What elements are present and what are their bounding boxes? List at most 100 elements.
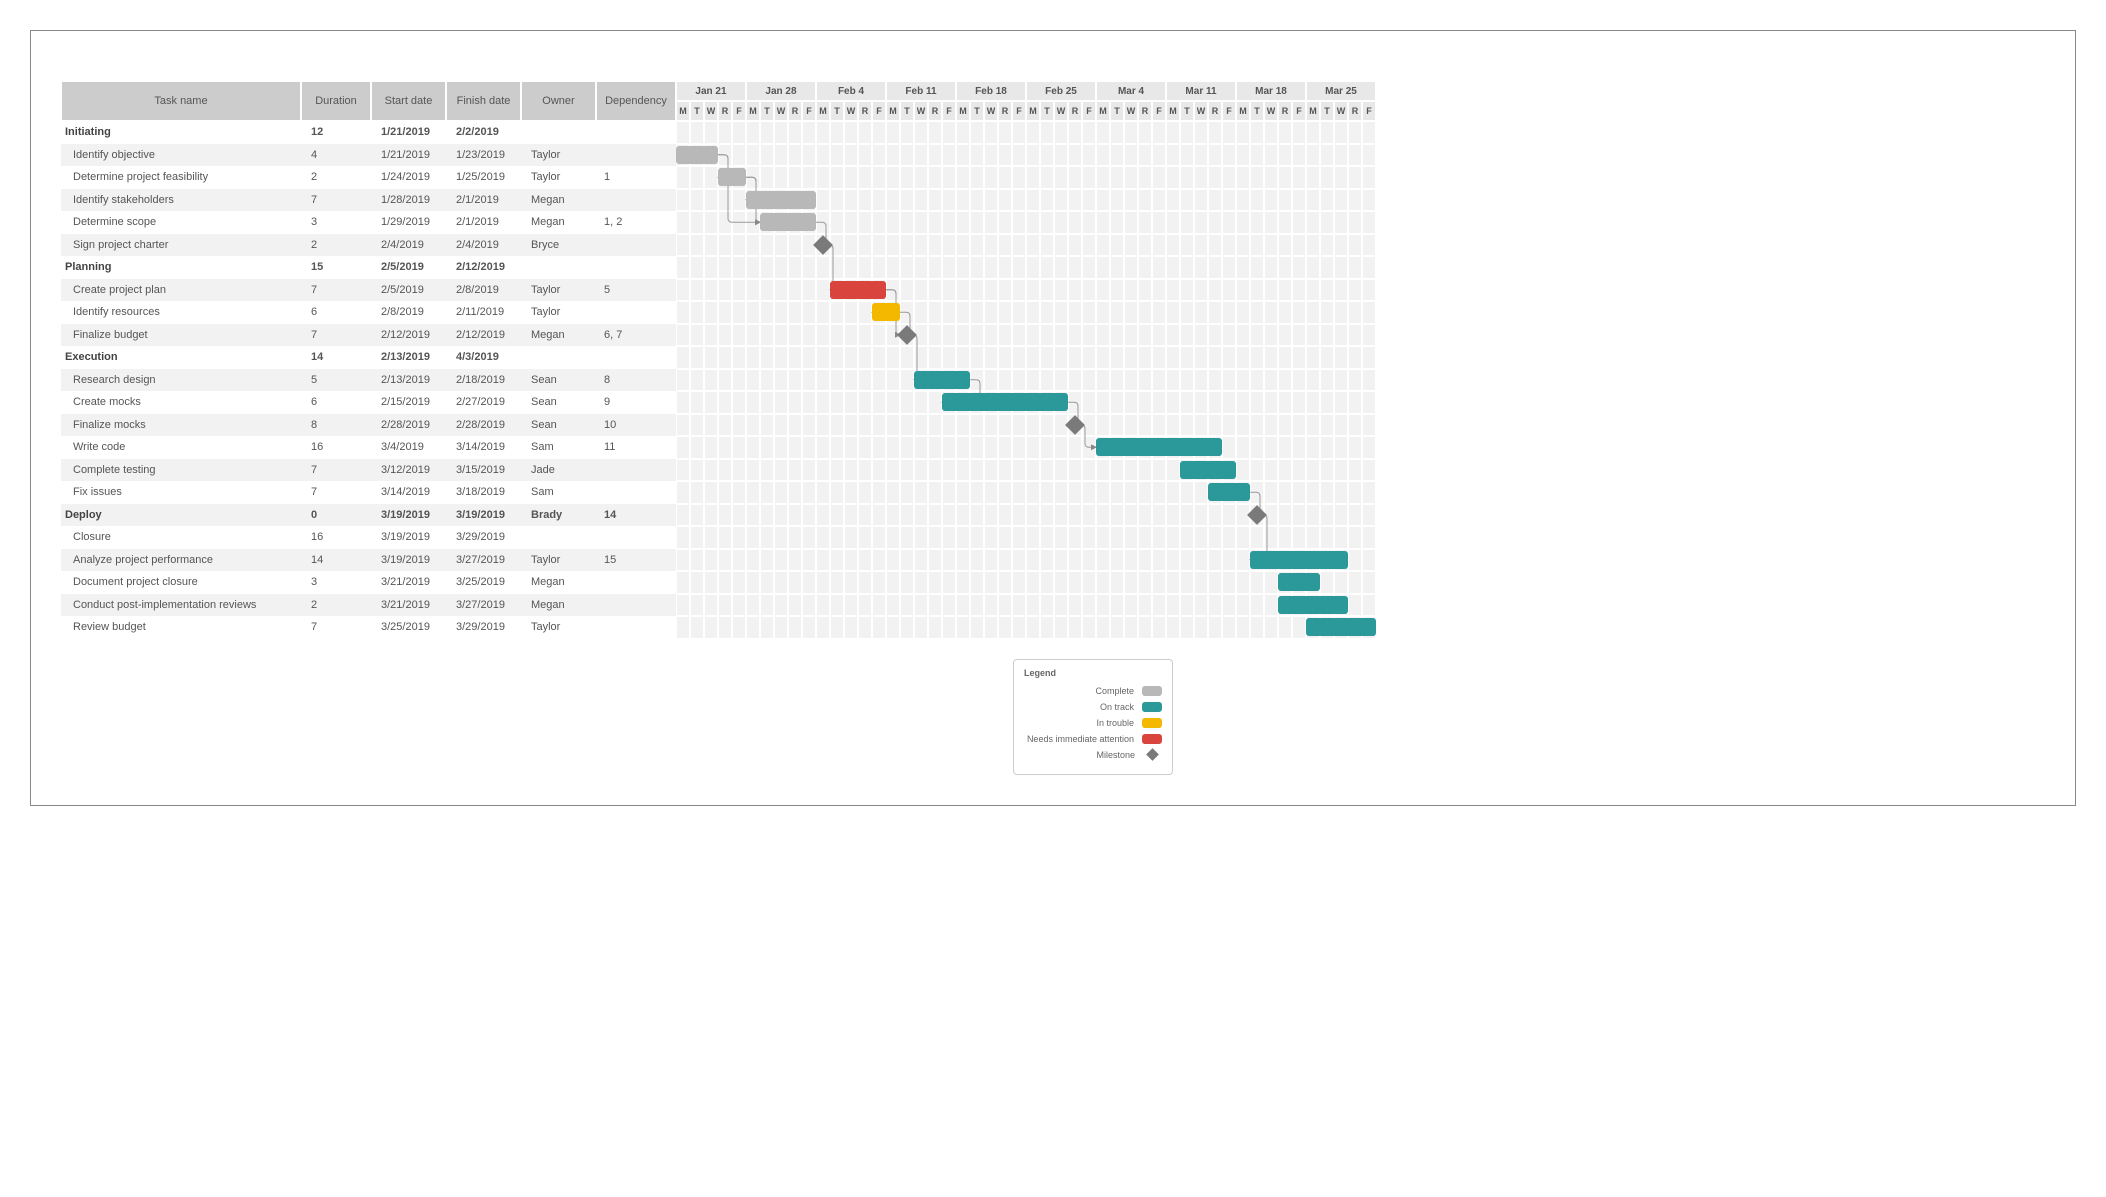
day-cell <box>746 504 760 527</box>
task-row[interactable]: Finalize mocks82/28/20192/28/2019Sean10 <box>61 414 676 437</box>
day-cell <box>1110 301 1124 324</box>
cell-duration: 6 <box>301 391 371 414</box>
day-cell <box>774 121 788 144</box>
gantt-bar[interactable] <box>1180 461 1236 479</box>
task-row[interactable]: Conduct post-implementation reviews23/21… <box>61 594 676 617</box>
task-row[interactable]: Identify resources62/8/20192/11/2019Tayl… <box>61 301 676 324</box>
day-cell <box>886 369 900 392</box>
gantt-bar[interactable] <box>1096 438 1222 456</box>
day-cell <box>914 189 928 212</box>
day-cell <box>1306 189 1320 212</box>
gantt-bar[interactable] <box>1306 618 1376 636</box>
gantt-bar[interactable] <box>1278 573 1320 591</box>
day-cell <box>830 211 844 234</box>
day-cell <box>1054 324 1068 347</box>
group-row[interactable]: Planning152/5/20192/12/2019 <box>61 256 676 279</box>
day-cell <box>1292 526 1306 549</box>
group-row[interactable]: Initiating121/21/20192/2/2019 <box>61 121 676 144</box>
task-row[interactable]: Analyze project performance143/19/20193/… <box>61 549 676 572</box>
day-cell <box>1110 414 1124 437</box>
day-cell <box>1306 526 1320 549</box>
gantt-bar[interactable] <box>1250 551 1348 569</box>
day-cell <box>760 324 774 347</box>
day-cell <box>1054 234 1068 257</box>
gantt-bar[interactable] <box>914 371 970 389</box>
day-cell <box>774 436 788 459</box>
day-cell <box>928 189 942 212</box>
task-row[interactable]: Review budget73/25/20193/29/2019Taylor <box>61 616 676 639</box>
day-cell <box>760 414 774 437</box>
task-row[interactable]: Finalize budget72/12/20192/12/2019Megan6… <box>61 324 676 347</box>
task-row[interactable]: Create project plan72/5/20192/8/2019Tayl… <box>61 279 676 302</box>
task-row[interactable]: Research design52/13/20192/18/2019Sean8 <box>61 369 676 392</box>
day-cell <box>1306 481 1320 504</box>
day-cell <box>774 571 788 594</box>
day-cell <box>1012 504 1026 527</box>
day-cell <box>1292 481 1306 504</box>
day-cell <box>732 459 746 482</box>
day-cell <box>914 414 928 437</box>
gantt-bar[interactable] <box>760 213 816 231</box>
task-row[interactable]: Identify stakeholders71/28/20192/1/2019M… <box>61 189 676 212</box>
day-cell <box>1222 346 1236 369</box>
day-cell <box>830 256 844 279</box>
task-row[interactable]: Write code163/4/20193/14/2019Sam11 <box>61 436 676 459</box>
task-row[interactable]: Complete testing73/12/20193/15/2019Jade <box>61 459 676 482</box>
task-row[interactable]: Identify objective41/21/20191/23/2019Tay… <box>61 144 676 167</box>
day-cell <box>844 211 858 234</box>
day-label: W <box>984 101 998 121</box>
day-cell <box>928 346 942 369</box>
day-cell <box>970 189 984 212</box>
task-row[interactable]: Sign project charter22/4/20192/4/2019Bry… <box>61 234 676 257</box>
cell-finish-date: 2/27/2019 <box>446 391 521 414</box>
day-cell <box>1152 301 1166 324</box>
task-row[interactable]: Determine project feasibility21/24/20191… <box>61 166 676 189</box>
day-cell <box>998 526 1012 549</box>
group-row[interactable]: Deploy03/19/20193/19/2019Brady14 <box>61 504 676 527</box>
gantt-bar[interactable] <box>718 168 746 186</box>
day-cell <box>1012 414 1026 437</box>
day-cell <box>970 256 984 279</box>
day-cell <box>1208 324 1222 347</box>
cell-task-name: Deploy <box>61 504 301 527</box>
cell-owner: Sam <box>521 436 596 459</box>
day-cell <box>1236 279 1250 302</box>
day-label: M <box>816 101 830 121</box>
day-cell <box>704 369 718 392</box>
day-cell <box>1264 571 1278 594</box>
task-row[interactable]: Create mocks62/15/20192/27/2019Sean9 <box>61 391 676 414</box>
day-cell <box>746 526 760 549</box>
gantt-bar[interactable] <box>676 146 718 164</box>
day-cell <box>788 369 802 392</box>
day-cell <box>1110 324 1124 347</box>
task-row[interactable]: Document project closure33/21/20193/25/2… <box>61 571 676 594</box>
day-cell <box>1208 504 1222 527</box>
day-cell <box>1026 301 1040 324</box>
day-cell <box>1306 234 1320 257</box>
cell-dependency: 11 <box>596 436 676 459</box>
day-cell <box>1236 256 1250 279</box>
day-cell <box>1110 594 1124 617</box>
day-cell <box>998 144 1012 167</box>
task-row[interactable]: Fix issues73/14/20193/18/2019Sam <box>61 481 676 504</box>
cell-owner: Megan <box>521 571 596 594</box>
day-cell <box>1334 144 1348 167</box>
gantt-bar[interactable] <box>830 281 886 299</box>
gantt-bar[interactable] <box>942 393 1068 411</box>
day-cell <box>690 256 704 279</box>
task-row[interactable]: Closure163/19/20193/29/2019 <box>61 526 676 549</box>
group-row[interactable]: Execution142/13/20194/3/2019 <box>61 346 676 369</box>
day-cell <box>1040 436 1054 459</box>
day-cell <box>1138 571 1152 594</box>
day-cell <box>816 504 830 527</box>
gantt-bar[interactable] <box>1208 483 1250 501</box>
cell-finish-date: 2/11/2019 <box>446 301 521 324</box>
task-row[interactable]: Determine scope31/29/20192/1/2019Megan1,… <box>61 211 676 234</box>
day-cell <box>1348 369 1362 392</box>
day-cell <box>858 459 872 482</box>
day-cell <box>1138 121 1152 144</box>
gantt-bar[interactable] <box>1278 596 1348 614</box>
day-cell <box>690 549 704 572</box>
gantt-bar[interactable] <box>746 191 816 209</box>
gantt-bar[interactable] <box>872 303 900 321</box>
